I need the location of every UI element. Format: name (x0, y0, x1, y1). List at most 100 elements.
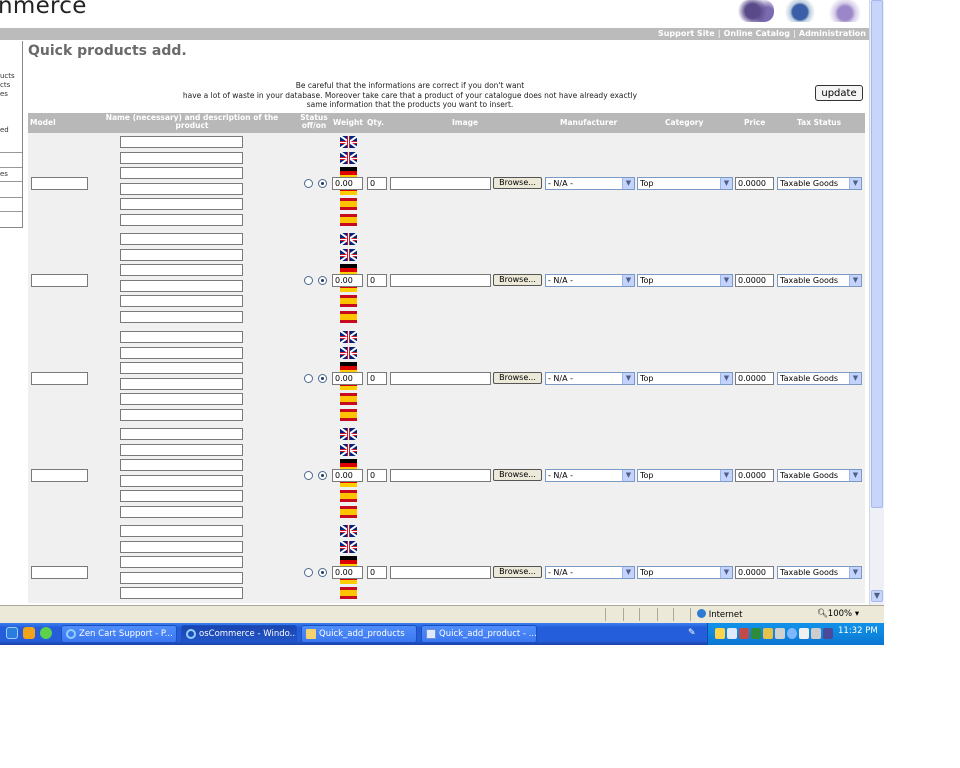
category-select[interactable]: Top ▼ (637, 372, 733, 385)
category-select[interactable]: Top ▼ (637, 274, 733, 287)
name-input[interactable] (120, 264, 243, 277)
description-input[interactable] (120, 182, 243, 195)
name-input[interactable] (120, 198, 243, 211)
name-input[interactable] (120, 136, 243, 148)
weight-input[interactable]: 0.00 (332, 566, 363, 579)
chevron-down-icon[interactable]: ▼ (622, 373, 634, 384)
description-input[interactable] (120, 377, 243, 390)
chevron-down-icon[interactable]: ▼ (622, 178, 634, 189)
name-input[interactable] (120, 459, 243, 472)
description-input[interactable] (120, 409, 243, 421)
tray-icon[interactable] (739, 628, 749, 639)
desktop-quicklaunch-icon[interactable] (23, 627, 35, 639)
description-input[interactable] (120, 540, 243, 553)
browse-button[interactable]: Browse... (493, 566, 542, 578)
name-input[interactable] (120, 295, 243, 308)
tray-icon[interactable] (799, 628, 809, 639)
tax-status-select[interactable]: Taxable Goods ▼ (777, 177, 862, 190)
tax-status-select[interactable]: Taxable Goods ▼ (777, 372, 862, 385)
description-input[interactable] (120, 214, 243, 226)
description-input[interactable] (120, 443, 243, 456)
image-file-input[interactable] (390, 469, 491, 482)
scrollbar-thumb[interactable] (871, 0, 883, 508)
browse-button[interactable]: Browse... (493, 274, 542, 286)
category-select[interactable]: Top ▼ (637, 566, 733, 579)
taskbar-button[interactable]: Quick_add_product - ... (421, 625, 537, 643)
chevron-down-icon[interactable]: ▼ (720, 178, 732, 189)
chevron-down-icon[interactable]: ▼ (849, 567, 861, 578)
chevron-down-icon[interactable]: ▼ (849, 275, 861, 286)
status-off-radio[interactable] (304, 471, 313, 480)
name-input[interactable] (120, 428, 243, 440)
tax-status-select[interactable]: Taxable Goods ▼ (777, 566, 862, 579)
tray-icon[interactable] (811, 628, 821, 639)
support-site-link[interactable]: Support Site (655, 29, 718, 38)
chevron-down-icon[interactable]: ▼ (720, 470, 732, 481)
tray-icon[interactable] (787, 628, 797, 639)
taskbar-button-active[interactable]: osCommerce - Windo... (181, 625, 297, 643)
browse-button[interactable]: Browse... (493, 177, 542, 189)
quantity-input[interactable]: 0 (367, 177, 387, 190)
status-off-radio[interactable] (304, 179, 313, 188)
language-pen-icon[interactable]: ✎ (688, 628, 698, 638)
description-input[interactable] (120, 248, 243, 261)
name-input[interactable] (120, 331, 243, 343)
vertical-scrollbar[interactable]: ▼ (869, 0, 884, 605)
browser-quicklaunch-icon[interactable] (40, 627, 52, 639)
category-select[interactable]: Top ▼ (637, 469, 733, 482)
price-input[interactable]: 0.0000 (735, 372, 774, 385)
status-off-radio[interactable] (304, 568, 313, 577)
manufacturer-select[interactable]: - N/A - ▼ (545, 177, 635, 190)
image-file-input[interactable] (390, 566, 491, 579)
browse-button[interactable]: Browse... (493, 469, 542, 481)
sidebar-item-fragment[interactable]: es (0, 170, 8, 178)
description-input[interactable] (120, 311, 243, 323)
model-input[interactable] (31, 469, 88, 482)
status-on-radio[interactable] (318, 471, 327, 480)
description-input[interactable] (120, 279, 243, 292)
price-input[interactable]: 0.0000 (735, 566, 774, 579)
manufacturer-select[interactable]: - N/A - ▼ (545, 469, 635, 482)
browse-button[interactable]: Browse... (493, 372, 542, 384)
tray-icon[interactable] (823, 628, 833, 639)
description-input[interactable] (120, 506, 243, 518)
zoom-control[interactable]: 🔍︎100% ▾ (817, 609, 859, 619)
tax-status-select[interactable]: Taxable Goods ▼ (777, 274, 862, 287)
manufacturer-select[interactable]: - N/A - ▼ (545, 274, 635, 287)
taskbar-button[interactable]: Zen Cart Support - P... (61, 625, 177, 643)
weight-input[interactable]: 0.00 (332, 372, 363, 385)
chevron-down-icon[interactable]: ▼ (720, 275, 732, 286)
name-input[interactable] (120, 233, 243, 245)
sidebar-item-fragment[interactable]: es (0, 90, 8, 98)
image-file-input[interactable] (390, 177, 491, 190)
chevron-down-icon[interactable]: ▼ (849, 470, 861, 481)
description-input[interactable] (120, 474, 243, 487)
status-on-radio[interactable] (318, 276, 327, 285)
chevron-down-icon[interactable]: ▼ (622, 470, 634, 481)
update-button[interactable]: update (815, 85, 863, 101)
manufacturer-select[interactable]: - N/A - ▼ (545, 566, 635, 579)
quantity-input[interactable]: 0 (367, 274, 387, 287)
chevron-down-icon[interactable]: ▼ (622, 567, 634, 578)
image-file-input[interactable] (390, 372, 491, 385)
tax-status-select[interactable]: Taxable Goods ▼ (777, 469, 862, 482)
name-input[interactable] (120, 525, 243, 537)
price-input[interactable]: 0.0000 (735, 177, 774, 190)
ie-quicklaunch-icon[interactable] (6, 627, 18, 639)
online-catalog-link[interactable]: Online Catalog (721, 29, 793, 38)
description-input[interactable] (120, 346, 243, 359)
chevron-down-icon[interactable]: ▼ (720, 373, 732, 384)
description-input[interactable] (120, 151, 243, 164)
chevron-down-icon[interactable]: ▾ (855, 609, 859, 619)
quantity-input[interactable]: 0 (367, 469, 387, 482)
category-select[interactable]: Top ▼ (637, 177, 733, 190)
status-off-radio[interactable] (304, 276, 313, 285)
tray-icon[interactable] (715, 628, 725, 639)
chevron-down-icon[interactable]: ▼ (849, 178, 861, 189)
description-input[interactable] (120, 571, 243, 584)
name-input[interactable] (120, 362, 243, 375)
quantity-input[interactable]: 0 (367, 372, 387, 385)
model-input[interactable] (31, 566, 88, 579)
manufacturer-select[interactable]: - N/A - ▼ (545, 372, 635, 385)
weight-input[interactable]: 0.00 (332, 274, 363, 287)
